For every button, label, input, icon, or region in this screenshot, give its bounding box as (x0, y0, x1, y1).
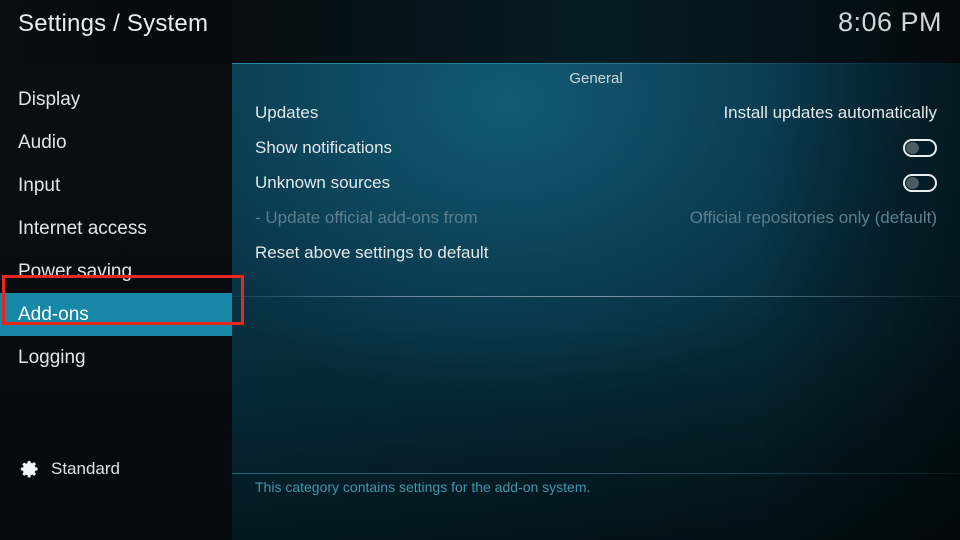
sidebar-item-input[interactable]: Input (0, 164, 232, 207)
header-rule (232, 63, 960, 64)
profile-selector[interactable]: Standard (0, 452, 232, 486)
sidebar-menu: Display Audio Input Internet access Powe… (0, 78, 232, 379)
unknown-sources-toggle[interactable] (903, 173, 937, 192)
kodi-settings-screen: Display Audio Input Internet access Powe… (0, 0, 960, 540)
clock: 8:06 PM (837, 7, 942, 37)
profile-label: Standard (51, 459, 120, 478)
setting-value: Install updates automatically (723, 102, 937, 122)
window-header: Settings / System 8:06 PM (0, 0, 960, 64)
sidebar: Display Audio Input Internet access Powe… (0, 64, 232, 540)
reset-separator (232, 296, 960, 297)
settings-group-title: General (569, 70, 623, 87)
setting-row-unknown-sources[interactable]: Unknown sources (232, 165, 960, 200)
toggle-knob (906, 176, 919, 189)
sidebar-item-label: Power saving (18, 260, 133, 282)
setting-label: Updates (255, 102, 319, 122)
gear-icon (20, 461, 38, 478)
sidebar-item-add-ons[interactable]: Add-ons (0, 293, 232, 336)
sidebar-item-internet-access[interactable]: Internet access (0, 207, 232, 250)
setting-label: - Update official add-ons from (255, 207, 478, 227)
setting-label: Unknown sources (255, 172, 391, 192)
sidebar-item-audio[interactable]: Audio (0, 121, 232, 164)
setting-value: Official repositories only (default) (689, 207, 937, 227)
footer-separator (232, 473, 960, 474)
reset-settings-label: Reset above settings to default (255, 242, 489, 262)
show-notifications-toggle[interactable] (903, 138, 937, 157)
settings-panel: General Updates Install updates automati… (232, 64, 960, 540)
sidebar-item-label: Internet access (18, 217, 147, 239)
toggle-knob (906, 141, 919, 154)
sidebar-item-power-saving[interactable]: Power saving (0, 250, 232, 293)
sidebar-item-label: Display (18, 88, 81, 110)
setting-row-show-notifications[interactable]: Show notifications (232, 130, 960, 165)
sidebar-item-label: Input (18, 174, 61, 196)
setting-row-update-official-add-ons-from: - Update official add-ons from Official … (232, 200, 960, 235)
reset-settings-button[interactable]: Reset above settings to default (232, 235, 960, 270)
setting-row-updates[interactable]: Updates Install updates automatically (232, 95, 960, 130)
category-description: This category contains settings for the … (255, 479, 591, 495)
sidebar-item-label: Add-ons (18, 303, 89, 325)
sidebar-item-display[interactable]: Display (0, 78, 232, 121)
sidebar-item-label: Logging (18, 346, 86, 368)
sidebar-item-logging[interactable]: Logging (0, 336, 232, 379)
page-title: Settings / System (18, 10, 209, 37)
sidebar-item-label: Audio (18, 131, 67, 153)
setting-label: Show notifications (255, 137, 393, 157)
